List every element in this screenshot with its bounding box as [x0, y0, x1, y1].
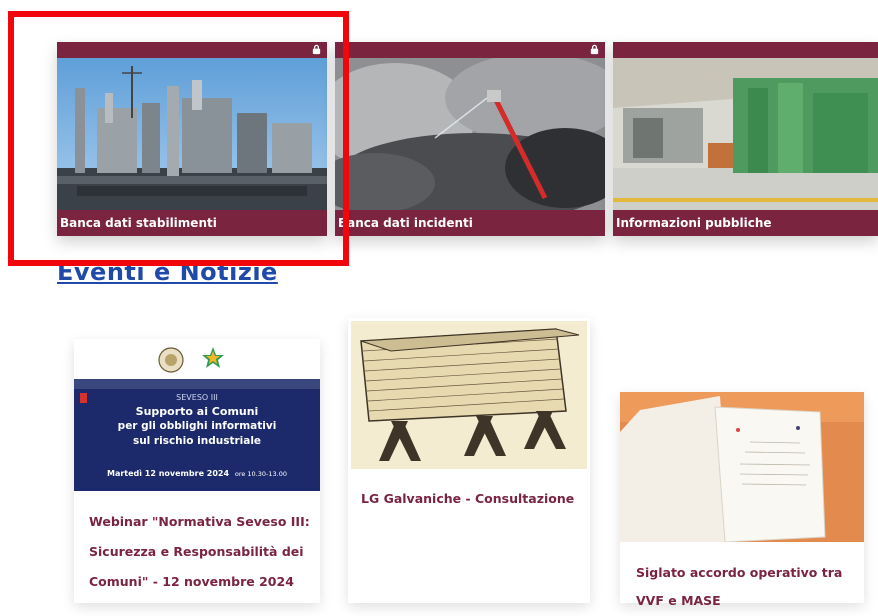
lock-icon [590, 44, 599, 55]
news-title-line: Siglato accordo operativo tra [636, 565, 843, 580]
tile-banca-dati-incidenti[interactable]: Banca dati incidenti [335, 42, 605, 236]
news-title-line: VVF e MASE [636, 593, 721, 608]
banner-time: ore 10.30-13.00 [234, 470, 287, 478]
tile-header-bar [335, 42, 605, 58]
highlight-box [8, 11, 349, 266]
ministry-seal-icon [158, 347, 184, 373]
news-card-accordo-vvf-mase[interactable]: Siglato accordo operativo tra VVF e MASE [620, 392, 864, 608]
banner-strip [74, 379, 320, 389]
news-card-lg-galvaniche[interactable]: LG Galvaniche - Consultazione [348, 318, 590, 603]
news-title-line: Webinar "Normativa Seveso III: [89, 514, 310, 529]
signed-document-photo [620, 392, 864, 542]
news-title-line: Comuni" - 12 novembre 2024 [89, 574, 294, 589]
galvanic-tank-drawing [351, 321, 587, 469]
banner-red-mark [80, 393, 87, 403]
banner-line3: per gli obblighi informativi [117, 420, 277, 432]
banner-line2: Supporto ai Comuni [135, 405, 259, 418]
banner-date-row: Martedì 12 novembre 2024 ore 10.30-13.00 [74, 469, 320, 478]
news-title-line: LG Galvaniche - Consultazione [361, 491, 575, 506]
tile-label: Banca dati incidenti [335, 210, 605, 236]
tile-label: Informazioni pubbliche [613, 210, 878, 236]
webinar-logos [74, 339, 320, 379]
factory-hall-image [613, 58, 878, 210]
banner-date: Martedì 12 novembre 2024 [107, 469, 230, 478]
news-title-line: Sicurezza e Responsabilità dei [89, 544, 304, 559]
star-logo-icon [202, 347, 224, 368]
tile-informazioni-pubbliche[interactable]: Informazioni pubbliche [613, 42, 878, 236]
tile-header-bar [613, 42, 878, 58]
banner-line1: SEVESO III [176, 393, 218, 402]
webinar-banner: SEVESO III Supporto ai Comuni per gli ob… [74, 339, 320, 491]
banner-line4: sul rischio industriale [132, 435, 262, 447]
news-card-webinar[interactable]: SEVESO III Supporto ai Comuni per gli ob… [74, 339, 320, 603]
fire-incident-image [335, 58, 605, 210]
webinar-banner-body: SEVESO III Supporto ai Comuni per gli ob… [74, 379, 320, 491]
